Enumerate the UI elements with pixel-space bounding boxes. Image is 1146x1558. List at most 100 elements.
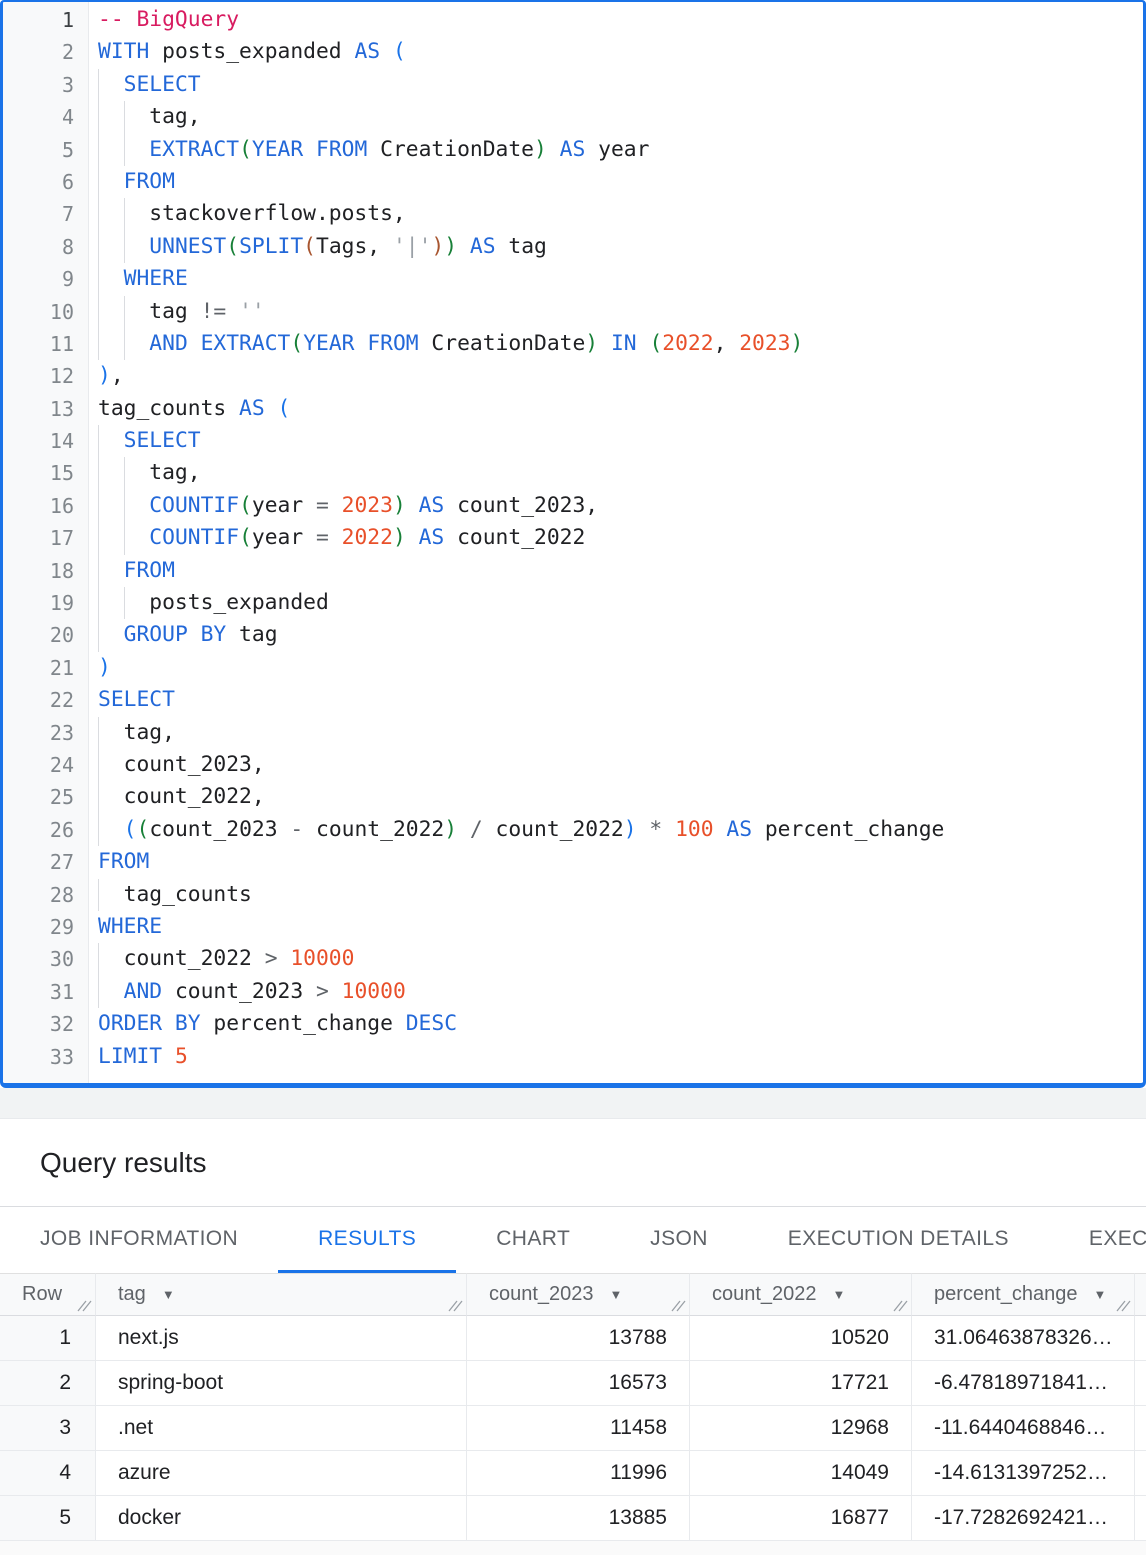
line-number: 9 [3, 263, 88, 295]
col-header-row: Row [0, 1273, 96, 1316]
tab-json[interactable]: JSON [610, 1207, 748, 1273]
code-token [329, 525, 342, 550]
cell-percent_change: 31.06463878326… [912, 1316, 1135, 1361]
indent-guide [124, 328, 125, 360]
code-line: UNNEST(SPLIT(Tags, '|')) AS tag [98, 231, 1143, 263]
sort-dropdown-icon[interactable]: ▼ [610, 1287, 623, 1302]
code-token [354, 331, 367, 356]
column-resize-handle[interactable] [1116, 1299, 1131, 1312]
cell-percent_change: -11.6440468846… [912, 1406, 1135, 1451]
code-token: SELECT [124, 428, 201, 453]
cell-percent_change: -14.6131397252… [912, 1451, 1135, 1496]
code-token [278, 946, 291, 971]
code-token: 2022 [662, 331, 713, 356]
code-token: ) [444, 234, 457, 259]
line-number: 6 [3, 166, 88, 198]
cell-spacer [1135, 1496, 1146, 1541]
code-line: WITH posts_expanded AS ( [98, 36, 1143, 68]
code-token: count_2022 [303, 817, 444, 842]
cell-count_2022: 12968 [690, 1406, 912, 1451]
code-lines[interactable]: -- BigQueryWITH posts_expanded AS ( SELE… [89, 2, 1143, 1083]
col-header-tag[interactable]: tag▼ [96, 1273, 467, 1316]
line-number: 31 [3, 976, 88, 1008]
code-token [662, 817, 675, 842]
cell-row: 2 [0, 1361, 96, 1406]
cell-count_2022: 14049 [690, 1451, 912, 1496]
code-token: 2022 [342, 525, 393, 550]
code-line: SELECT [98, 684, 1143, 716]
sort-dropdown-icon[interactable]: ▼ [1093, 1287, 1106, 1302]
tab-execution-details[interactable]: EXECUTION DETAILS [748, 1207, 1049, 1273]
indent-guide [98, 263, 99, 295]
code-token: ) [791, 331, 804, 356]
tab-results[interactable]: RESULTS [278, 1207, 456, 1273]
indent-guide [98, 69, 99, 101]
indent-guide [98, 749, 99, 781]
code-token [329, 979, 342, 1004]
code-token: count_2023 [149, 817, 290, 842]
sort-dropdown-icon[interactable]: ▼ [833, 1287, 846, 1302]
sql-editor[interactable]: 1234567891011121314151617181920212223242… [0, 0, 1146, 1088]
line-number: 28 [3, 879, 88, 911]
tab-execution-graph[interactable]: EXECUTION GRAPH [1049, 1207, 1146, 1273]
code-token [637, 331, 650, 356]
col-header-count_2023[interactable]: count_2023 ▼ [467, 1273, 690, 1316]
code-token: year [252, 493, 316, 518]
column-resize-handle[interactable] [77, 1299, 92, 1312]
code-token: CreationDate [419, 331, 586, 356]
code-token: AS [419, 493, 445, 518]
cell-count_2022: 17721 [690, 1361, 912, 1406]
code-token: ORDER BY [98, 1011, 201, 1036]
cell-tag: spring-boot [96, 1361, 467, 1406]
code-token [98, 72, 124, 97]
line-number: 25 [3, 781, 88, 813]
code-token: ( [226, 234, 239, 259]
line-number: 32 [3, 1008, 88, 1040]
cell-tag: next.js [96, 1316, 467, 1361]
column-resize-handle[interactable] [448, 1299, 463, 1312]
code-token [380, 39, 393, 64]
code-token: ) [393, 525, 406, 550]
cell-spacer [1135, 1361, 1146, 1406]
code-token [98, 169, 124, 194]
indent-guide [124, 296, 125, 328]
code-token: ) [534, 137, 547, 162]
code-token: count_2023, [98, 752, 265, 777]
column-resize-handle[interactable] [893, 1299, 908, 1312]
column-resize-handle[interactable] [671, 1299, 686, 1312]
code-token: ) [444, 817, 457, 842]
code-token: tag [226, 622, 277, 647]
code-token: '' [239, 299, 265, 324]
code-line: ORDER BY percent_change DESC [98, 1008, 1143, 1040]
results-table: Rowtag▼count_2023▼count_2022▼percent_cha… [0, 1273, 1146, 1541]
code-line: LIMIT 5 [98, 1041, 1143, 1073]
code-line: tag != '' [98, 296, 1143, 328]
code-token: count_2022, [98, 784, 265, 809]
indent-guide [98, 781, 99, 813]
sort-dropdown-icon[interactable]: ▼ [162, 1287, 175, 1302]
col-header-percent_change[interactable]: percent_change▼ [912, 1273, 1135, 1316]
code-token: tag, [98, 720, 175, 745]
code-token: EXTRACT [149, 137, 239, 162]
indent-guide [98, 943, 99, 975]
code-token: / [470, 817, 483, 842]
line-number: 14 [3, 425, 88, 457]
code-token [547, 137, 560, 162]
col-header-label: count_2023 [489, 1283, 594, 1306]
code-token: FROM [316, 137, 367, 162]
code-line: stackoverflow.posts, [98, 198, 1143, 230]
code-token: CreationDate [367, 137, 534, 162]
code-token: YEAR [303, 331, 354, 356]
indent-guide [98, 231, 99, 263]
indent-guide [98, 425, 99, 457]
code-token: = [316, 493, 329, 518]
code-token: percent_change [201, 1011, 406, 1036]
tab-job-information[interactable]: JOB INFORMATION [0, 1207, 278, 1273]
cell-count_2023: 11996 [467, 1451, 690, 1496]
code-token: tag, [98, 460, 201, 485]
col-header-count_2022[interactable]: count_2022▼ [690, 1273, 912, 1316]
code-line: GROUP BY tag [98, 619, 1143, 651]
indent-guide [98, 522, 99, 554]
tab-chart[interactable]: CHART [456, 1207, 610, 1273]
code-token: tag, [98, 104, 201, 129]
